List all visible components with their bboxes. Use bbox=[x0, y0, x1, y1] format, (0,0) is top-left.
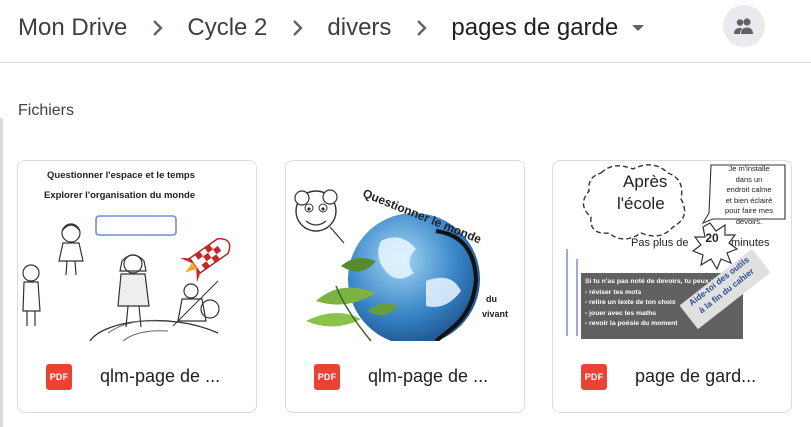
file-name: qlm-page de ... bbox=[368, 366, 489, 386]
chevron-right-icon bbox=[281, 16, 313, 40]
file-card-footer: PDF page de gard... bbox=[553, 341, 791, 412]
file-thumbnail: Questionner le monde du vivant bbox=[286, 161, 524, 341]
thumbnail-text: vivant bbox=[482, 309, 509, 319]
pdf-file-icon: PDF bbox=[314, 363, 340, 390]
caret-down-icon[interactable] bbox=[628, 18, 648, 38]
thumbnail-text: du bbox=[486, 294, 497, 304]
file-thumbnail: Après l'école Je m'installe dans un endr… bbox=[553, 161, 791, 341]
thumbnail-text: Pas plus de bbox=[631, 237, 689, 249]
shared-people-icon[interactable] bbox=[723, 5, 765, 47]
breadcrumb-item-divers[interactable]: divers bbox=[327, 14, 391, 42]
file-card-footer: PDF qlm-page de ... bbox=[286, 341, 524, 412]
chevron-right-icon bbox=[141, 16, 173, 40]
thumbnail-text: Je m'installe dans un endroit calme et b… bbox=[725, 164, 773, 226]
breadcrumb-item-current[interactable]: pages de garde bbox=[451, 14, 618, 42]
pdf-file-icon: PDF bbox=[581, 363, 607, 390]
file-name: qlm-page de ... bbox=[100, 366, 221, 386]
panel-edge bbox=[0, 118, 3, 427]
breadcrumb-item-cycle-2[interactable]: Cycle 2 bbox=[187, 14, 267, 42]
thumbnail-illustration bbox=[22, 215, 231, 341]
pdf-file-icon: PDF bbox=[46, 363, 72, 390]
section-title: Fichiers bbox=[18, 102, 75, 119]
file-card[interactable]: Questionner le monde du vivant PDF qlm-p… bbox=[285, 160, 525, 413]
file-card[interactable]: Questionner l'espace et le temps Explore… bbox=[17, 160, 257, 413]
top-bar: Mon Drive Cycle 2 divers pages de garde bbox=[0, 0, 811, 63]
breadcrumb: Mon Drive Cycle 2 divers pages de garde bbox=[18, 0, 648, 56]
file-name: page de gard... bbox=[635, 366, 757, 386]
breadcrumb-item-mon-drive[interactable]: Mon Drive bbox=[18, 14, 127, 42]
chevron-right-icon bbox=[405, 16, 437, 40]
file-thumbnail: Questionner l'espace et le temps Explore… bbox=[18, 161, 256, 341]
file-card-footer: PDF qlm-page de ... bbox=[18, 341, 256, 412]
thumbnail-text: 20 bbox=[705, 231, 719, 245]
thumbnail-text: l'école bbox=[617, 194, 665, 213]
file-card[interactable]: Après l'école Je m'installe dans un endr… bbox=[552, 160, 792, 413]
thumbnail-text: Après bbox=[623, 172, 668, 191]
